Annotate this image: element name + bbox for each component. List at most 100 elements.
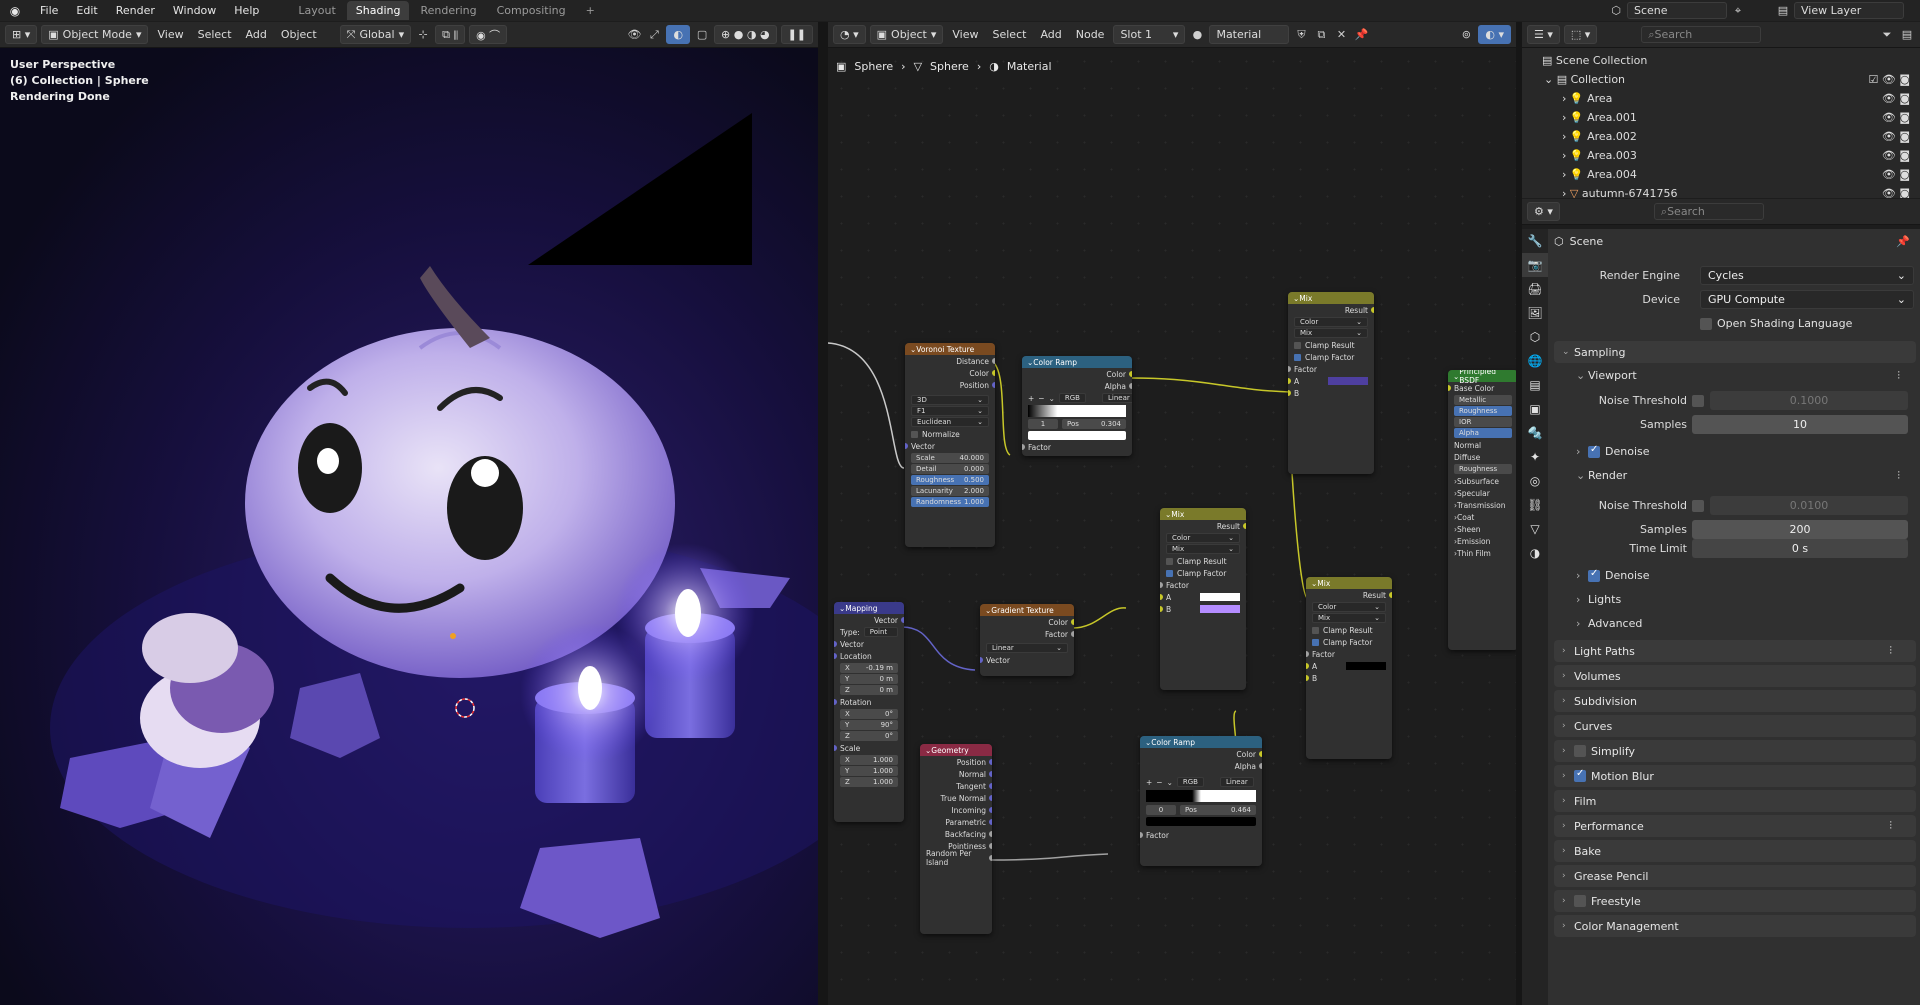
mix-type-dropdown[interactable]: Color ⌄ bbox=[1294, 317, 1368, 327]
tab-shading[interactable]: Shading bbox=[346, 1, 410, 20]
outliner-item[interactable]: › 💡 Area 👁 ◙ bbox=[1522, 89, 1920, 108]
ne-menu-select[interactable]: Select bbox=[988, 28, 1032, 41]
properties-search[interactable]: ⌕ Search bbox=[1653, 203, 1764, 220]
vp-menu-object[interactable]: Object bbox=[276, 28, 322, 41]
node-header[interactable]: ⌄ Mix bbox=[1160, 508, 1246, 520]
input-socket[interactable] bbox=[1288, 378, 1291, 384]
r-noise-threshold-field[interactable]: 0.0100 bbox=[1710, 496, 1908, 515]
vp-denoise-row[interactable]: › Denoise bbox=[1548, 441, 1920, 462]
proportional-edit-toggle[interactable]: ◉ ⌒ bbox=[469, 25, 508, 44]
scale-z-field[interactable]: Z 1.000 bbox=[840, 777, 898, 787]
menu-edit[interactable]: Edit bbox=[68, 2, 105, 19]
overlay-toggle[interactable]: ◐ bbox=[666, 25, 691, 44]
panel-performance[interactable]: › Performance ⫶ bbox=[1554, 815, 1916, 837]
pause-render-button[interactable]: ❚❚ bbox=[780, 25, 813, 44]
blend-mode-dropdown[interactable]: Mix ⌄ bbox=[1312, 613, 1386, 623]
properties-editor-type[interactable]: ⚙ ▾ bbox=[1527, 202, 1560, 221]
tab-rendering[interactable]: Rendering bbox=[411, 1, 485, 20]
mix-type-dropdown[interactable]: Color ⌄ bbox=[1166, 533, 1240, 543]
new-collection-icon[interactable]: ▤ bbox=[1899, 27, 1915, 43]
subpanel-viewport[interactable]: ⌄ Viewport ⫶ bbox=[1548, 365, 1920, 386]
node-header[interactable]: ⌄ Color Ramp bbox=[1022, 356, 1132, 368]
render-tab-icon[interactable]: 📷 bbox=[1522, 253, 1548, 277]
stop-pos-field[interactable]: Pos 0.304 bbox=[1062, 419, 1126, 429]
constraints-tab-icon[interactable]: ⛓ bbox=[1522, 493, 1548, 517]
node-color-ramp-2[interactable]: ⌄ Color Ramp Color Alpha + − ⌄ RGB Linear 0 P… bbox=[1140, 736, 1262, 866]
device-dropdown[interactable]: GPU Compute ⌄ bbox=[1700, 290, 1914, 309]
noise-threshold-checkbox[interactable] bbox=[1692, 499, 1704, 512]
output-socket[interactable] bbox=[989, 843, 992, 849]
panel-curves[interactable]: › Curves bbox=[1554, 715, 1916, 737]
dimension-dropdown[interactable]: 3D ⌄ bbox=[911, 395, 989, 405]
clamp-factor-checkbox[interactable]: Clamp Factor bbox=[1306, 636, 1392, 648]
diffuse-roughness-field[interactable]: Roughness bbox=[1454, 464, 1512, 474]
shader-type-dropdown[interactable]: ▣ Object ▾ bbox=[869, 25, 944, 44]
lacunarity-field[interactable]: Lacunarity 2.000 bbox=[911, 486, 989, 496]
remove-stop-button[interactable]: − bbox=[1156, 778, 1162, 787]
particles-tab-icon[interactable]: ✦ bbox=[1522, 445, 1548, 469]
output-socket[interactable] bbox=[992, 370, 995, 376]
node-header[interactable]: ⌄ Gradient Texture bbox=[980, 604, 1074, 616]
chevron-down-icon[interactable]: ⌄ bbox=[1544, 73, 1557, 86]
panel-color-management[interactable]: › Color Management bbox=[1554, 915, 1916, 937]
tab-compositing[interactable]: Compositing bbox=[488, 1, 575, 20]
add-stop-button[interactable]: + bbox=[1028, 394, 1034, 403]
material-sphere-icon[interactable]: ● bbox=[1189, 27, 1205, 43]
output-socket[interactable] bbox=[1071, 631, 1074, 637]
location-y-field[interactable]: Y 0 m bbox=[840, 674, 898, 684]
output-socket[interactable] bbox=[989, 783, 992, 789]
denoise-checkbox[interactable] bbox=[1588, 568, 1600, 582]
node-mix-1[interactable]: ⌄ Mix Result Color ⌄ Mix ⌄ Clamp Result Cl… bbox=[1288, 292, 1374, 474]
outliner-item[interactable]: › ▽ autumn-6741756 👁 ◙ bbox=[1522, 184, 1920, 198]
output-socket[interactable] bbox=[992, 382, 995, 388]
blend-mode-dropdown[interactable]: Mix ⌄ bbox=[1294, 328, 1368, 338]
gradient-type-dropdown[interactable]: Linear ⌄ bbox=[986, 643, 1068, 653]
mapping-type-dropdown[interactable]: Point bbox=[863, 627, 898, 637]
panel-subdivision[interactable]: › Subdivision bbox=[1554, 690, 1916, 712]
section-subsurface[interactable]: › Subsurface bbox=[1448, 475, 1516, 487]
outliner-scene-collection[interactable]: ▤ Scene Collection bbox=[1522, 51, 1920, 70]
input-socket[interactable] bbox=[1160, 606, 1163, 612]
output-socket[interactable] bbox=[989, 819, 992, 825]
chevron-right-icon[interactable]: › bbox=[1562, 111, 1570, 124]
blender-logo-icon[interactable]: ◉ bbox=[6, 4, 24, 18]
node-geometry[interactable]: ⌄ Geometry Position Normal Tangent True … bbox=[920, 744, 992, 934]
checkbox[interactable] bbox=[911, 430, 918, 438]
visibility-icons[interactable]: 👁 ◙ bbox=[1882, 92, 1910, 105]
outliner-item[interactable]: › 💡 Area.003 👁 ◙ bbox=[1522, 146, 1920, 165]
ne-menu-view[interactable]: View bbox=[947, 28, 983, 41]
section-sheen[interactable]: › Sheen bbox=[1448, 523, 1516, 535]
osl-checkbox-row[interactable]: Open Shading Language bbox=[1548, 313, 1920, 334]
checkbox[interactable] bbox=[1312, 638, 1319, 646]
output-socket[interactable] bbox=[1259, 751, 1262, 757]
rotation-x-field[interactable]: X 0° bbox=[840, 709, 898, 719]
remove-stop-button[interactable]: − bbox=[1038, 394, 1044, 403]
visibility-icons[interactable]: ☑ 👁 ◙ bbox=[1869, 73, 1911, 86]
material-tab-icon[interactable]: ◑ bbox=[1522, 541, 1548, 565]
section-diffuse[interactable]: Diffuse bbox=[1448, 451, 1516, 463]
clamp-result-checkbox[interactable]: Clamp Result bbox=[1288, 339, 1374, 351]
menu-file[interactable]: File bbox=[32, 2, 66, 19]
pin-icon[interactable]: 📌 bbox=[1896, 235, 1910, 248]
outliner-item[interactable]: › 💡 Area.002 👁 ◙ bbox=[1522, 127, 1920, 146]
render-engine-dropdown[interactable]: Cycles ⌄ bbox=[1700, 266, 1914, 285]
node-header[interactable]: ⌄ Mix bbox=[1288, 292, 1374, 304]
node-header[interactable]: ⌄ Voronoi Texture bbox=[905, 343, 995, 355]
input-socket[interactable] bbox=[1306, 651, 1309, 657]
ramp-menu-button[interactable]: ⌄ bbox=[1167, 778, 1173, 787]
output-socket[interactable] bbox=[1389, 592, 1392, 598]
rotation-y-field[interactable]: Y 90° bbox=[840, 720, 898, 730]
display-mode-dropdown[interactable]: ⬚ ▾ bbox=[1563, 25, 1598, 44]
r-samples-field[interactable]: 200 bbox=[1692, 520, 1908, 539]
color-ramp-bar[interactable] bbox=[1146, 790, 1256, 802]
rotation-z-field[interactable]: Z 0° bbox=[840, 731, 898, 741]
output-socket[interactable] bbox=[1071, 619, 1074, 625]
input-socket[interactable] bbox=[1140, 832, 1143, 838]
panel-simplify[interactable]: › Simplify bbox=[1554, 740, 1916, 762]
visibility-icons[interactable]: 👁 ◙ bbox=[1882, 149, 1910, 162]
view-layer-tab-icon[interactable]: 🖼 bbox=[1522, 301, 1548, 325]
output-socket[interactable] bbox=[989, 807, 992, 813]
tab-layout[interactable]: Layout bbox=[289, 1, 344, 20]
presets-icon[interactable]: ⫶ bbox=[1897, 469, 1900, 483]
output-socket[interactable] bbox=[901, 617, 904, 623]
